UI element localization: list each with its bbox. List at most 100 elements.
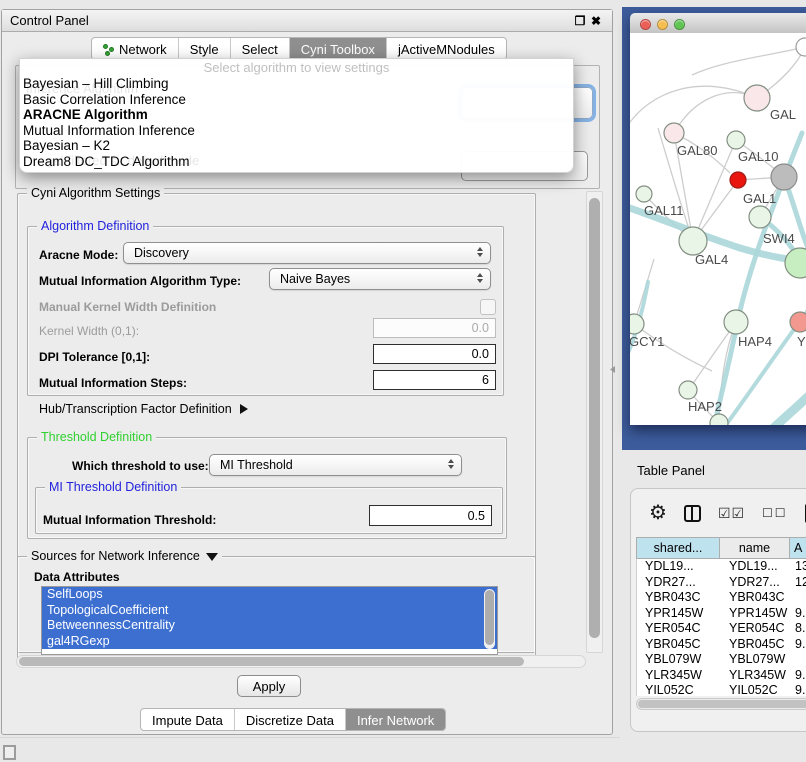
cyni-settings-legend: Cyni Algorithm Settings: [27, 186, 164, 200]
kernel-width-field[interactable]: 0.0: [373, 318, 496, 338]
attribute-list-item[interactable]: TopologicalCoefficient: [42, 603, 497, 619]
mi-threshold-field[interactable]: 0.5: [369, 505, 492, 526]
list-scrollbar[interactable]: [484, 589, 495, 649]
algorithm-option[interactable]: Basic Correlation Inference: [20, 92, 573, 108]
which-threshold-label: Which threshold to use:: [72, 459, 209, 473]
manual-kernel-label: Manual Kernel Width Definition: [39, 300, 216, 314]
network-node[interactable]: [630, 314, 644, 334]
sources-legend[interactable]: Sources for Network Inference: [27, 549, 222, 563]
aracne-mode-label: Aracne Mode:: [39, 248, 118, 262]
table-row[interactable]: YBR045C YBR045C 9.: [637, 637, 806, 653]
algorithm-definition-legend: Algorithm Definition: [37, 219, 153, 233]
network-node[interactable]: [664, 123, 684, 143]
mi-type-combo[interactable]: Naive Bayes: [269, 268, 491, 290]
table-row[interactable]: YLR345W YLR345W 9.: [637, 668, 806, 684]
table-row[interactable]: YBL079W YBL079W: [637, 652, 806, 668]
table-row[interactable]: YDR27... YDR27... 12: [637, 575, 806, 591]
network-node[interactable]: [730, 172, 746, 188]
network-node[interactable]: [727, 131, 745, 149]
network-node[interactable]: [771, 164, 797, 190]
node-label: GAL11: [644, 203, 684, 218]
tab-style[interactable]: Style: [179, 38, 231, 59]
table-row[interactable]: YBR043C YBR043C: [637, 590, 806, 606]
column-header-third[interactable]: A: [790, 537, 806, 559]
network-icon: [103, 44, 115, 56]
network-view-window: GALGAL80GAL10GAL1SWI4GAL11GAL4GCY1HAP4YH…: [630, 13, 806, 425]
control-panel-title: Control Panel: [10, 13, 572, 28]
unchecked-boxes-icon[interactable]: ☐☐: [762, 506, 788, 520]
tab-select[interactable]: Select: [231, 38, 290, 59]
table-toolbar: ⚙ ☑☑ ☐☐: [631, 489, 806, 537]
control-panel-tab-bar: Network Style Select Cyni Toolbox jActiv…: [91, 37, 507, 60]
algorithm-option[interactable]: Bayesian – K2: [20, 138, 573, 154]
node-label: GCY1: [630, 334, 664, 349]
algorithm-option[interactable]: Bayesian – Hill Climbing: [20, 76, 573, 92]
aracne-mode-combo[interactable]: Discovery: [123, 242, 491, 264]
which-threshold-combo[interactable]: MI Threshold: [209, 454, 462, 476]
table-row[interactable]: YPR145W YPR145W 9.: [637, 606, 806, 622]
horizontal-scroll-thumb[interactable]: [19, 657, 524, 666]
network-window-titlebar[interactable]: [630, 13, 806, 34]
tab-network[interactable]: Network: [92, 38, 179, 59]
combo-arrows-icon: [448, 459, 454, 469]
algorithm-option[interactable]: Mutual Information Inference: [20, 123, 573, 139]
network-canvas[interactable]: GALGAL80GAL10GAL1SWI4GAL11GAL4GCY1HAP4YH…: [630, 33, 806, 425]
threshold-definition-legend: Threshold Definition: [37, 430, 156, 444]
attribute-list-item[interactable]: SelfLoops: [42, 587, 497, 603]
attribute-list-item[interactable]: BetweennessCentrality: [42, 618, 497, 634]
mi-threshold-label: Mutual Information Threshold:: [43, 513, 216, 527]
node-label: SWI4: [763, 231, 795, 246]
table-panel-body: ⚙ ☑☑ ☐☐ shared... name A YDL19... YDL19.…: [630, 488, 806, 732]
table-row[interactable]: YER054C YER054C 8.: [637, 621, 806, 637]
float-window-icon[interactable]: ❐: [572, 14, 588, 28]
mi-threshold-legend: MI Threshold Definition: [45, 480, 181, 494]
mi-steps-label: Mutual Information Steps:: [39, 376, 187, 390]
network-node[interactable]: [744, 85, 770, 111]
mi-steps-field[interactable]: 6: [373, 370, 496, 390]
app-root: Control Panel ❐ ✖ Network Style Select C…: [0, 0, 806, 762]
network-node[interactable]: [679, 227, 707, 255]
network-node[interactable]: [785, 248, 806, 278]
attribute-list-item[interactable]: gal4RGexp: [42, 634, 497, 650]
network-node[interactable]: [710, 414, 728, 425]
tab-discretize-data[interactable]: Discretize Data: [235, 709, 346, 730]
table-scroll-thumb[interactable]: [638, 700, 806, 708]
close-window-icon[interactable]: ✖: [588, 14, 604, 28]
table-horizontal-scrollbar[interactable]: [636, 698, 806, 710]
dpi-tolerance-field[interactable]: 0.0: [373, 344, 496, 364]
network-node[interactable]: [790, 312, 806, 332]
vertical-scroll-thumb[interactable]: [589, 198, 600, 638]
settings-vertical-scrollbar[interactable]: [586, 191, 603, 653]
dpi-tolerance-label: DPI Tolerance [0,1]:: [39, 350, 150, 364]
manual-kernel-checkbox[interactable]: [480, 299, 496, 315]
tab-cyni-toolbox[interactable]: Cyni Toolbox: [290, 38, 387, 59]
tab-impute-data[interactable]: Impute Data: [141, 709, 235, 730]
network-node[interactable]: [636, 186, 652, 202]
table-row[interactable]: YDL19... YDL19... 13: [637, 559, 806, 575]
minimized-panel-icon[interactable]: [3, 745, 16, 760]
table-row[interactable]: YIL052C YIL052C 9.: [637, 683, 806, 696]
network-node[interactable]: [796, 38, 806, 56]
checked-boxes-icon[interactable]: ☑☑: [718, 505, 745, 522]
network-node[interactable]: [679, 381, 697, 399]
columns-icon[interactable]: [684, 505, 701, 522]
algorithm-option[interactable]: ARACNE Algorithm: [20, 107, 573, 123]
table-header-row: shared... name A: [636, 537, 806, 559]
column-header-shared-name[interactable]: shared...: [636, 537, 720, 559]
tab-jactivemnodules[interactable]: jActiveMNodules: [387, 38, 506, 59]
close-traffic-light-icon[interactable]: [640, 19, 651, 30]
gear-icon[interactable]: ⚙: [649, 503, 667, 523]
node-label: HAP4: [738, 334, 772, 349]
node-label: GAL10: [738, 149, 778, 164]
expand-right-icon: [240, 404, 248, 414]
settings-horizontal-scrollbar[interactable]: [16, 655, 586, 668]
network-node[interactable]: [724, 310, 748, 334]
minimize-traffic-light-icon[interactable]: [657, 19, 668, 30]
hub-factor-expander[interactable]: Hub/Transcription Factor Definition: [39, 402, 248, 416]
tab-infer-network[interactable]: Infer Network: [346, 709, 445, 730]
apply-button[interactable]: Apply: [237, 675, 301, 697]
zoom-traffic-light-icon[interactable]: [674, 19, 685, 30]
column-header-name[interactable]: name: [720, 537, 790, 559]
network-node[interactable]: [749, 206, 771, 228]
algorithm-option[interactable]: Dream8 DC_TDC Algorithm: [20, 154, 573, 170]
